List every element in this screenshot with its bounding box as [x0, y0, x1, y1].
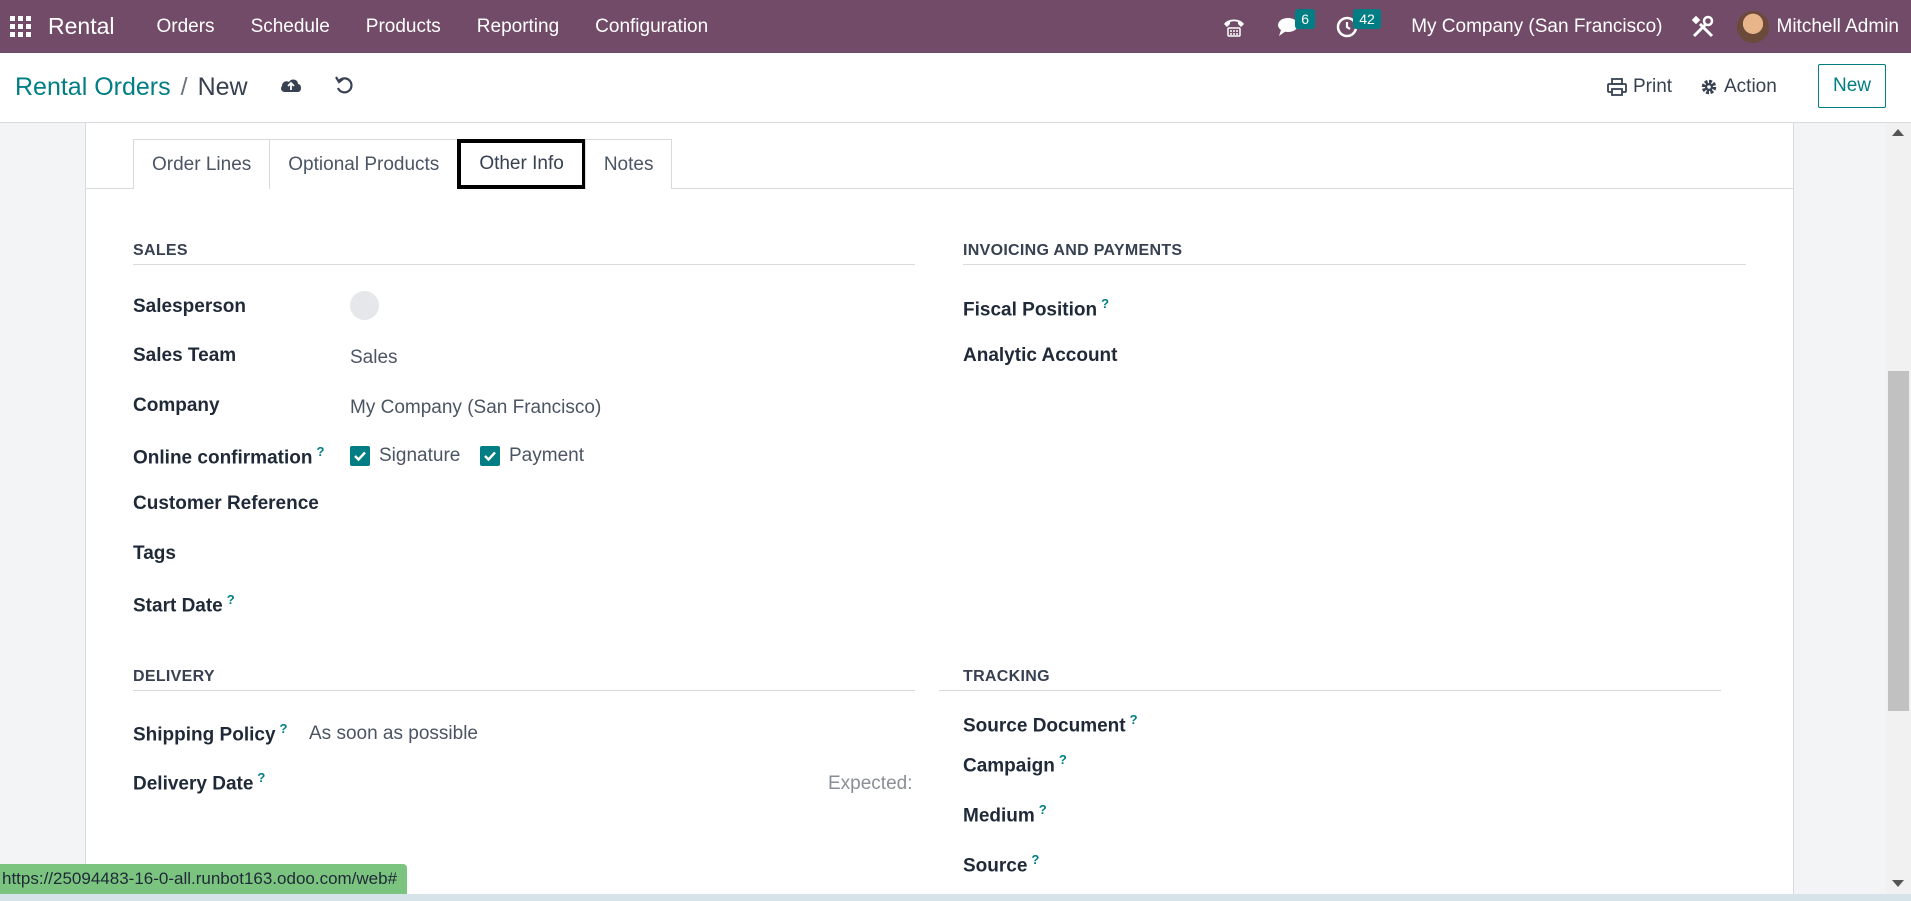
tracking-section-divider [939, 690, 1721, 691]
start-date-label: Start Date? [133, 592, 235, 617]
delivery-date-label: Delivery Date? [133, 770, 265, 795]
company-field[interactable]: My Company (San Francisco) [350, 397, 601, 419]
breadcrumb: Rental Orders / New [15, 73, 248, 102]
notebook-tabs: Order Lines Optional Products Other Info… [133, 139, 673, 189]
company-label: Company [133, 395, 220, 416]
delivery-section-title: DELIVERY [133, 668, 215, 685]
messages-icon[interactable]: 6 [1267, 0, 1315, 53]
sales-section-title: SALES [133, 242, 188, 259]
print-label: Print [1633, 76, 1673, 97]
delivery-date-help-icon[interactable]: ? [257, 770, 265, 785]
action-label: Action [1724, 76, 1777, 97]
sales-team-field[interactable]: Sales [350, 347, 398, 369]
menu-schedule[interactable]: Schedule [233, 0, 348, 53]
apps-menu-icon[interactable] [0, 0, 40, 53]
signature-label: Signature [379, 445, 461, 466]
analytic-account-label: Analytic Account [963, 345, 1118, 366]
new-button[interactable]: New [1818, 64, 1886, 108]
top-navbar: Rental Orders Schedule Products Reportin… [0, 0, 1911, 53]
shipping-policy-field[interactable]: As soon as possible [309, 723, 478, 745]
delivery-section-divider [133, 690, 915, 691]
medium-help-icon[interactable]: ? [1039, 802, 1047, 817]
expected-date-text: Expected: [828, 773, 913, 794]
form-sheet: Order Lines Optional Products Other Info… [85, 123, 1794, 901]
activities-count-badge: 42 [1353, 9, 1381, 29]
start-date-help-icon[interactable]: ? [227, 592, 235, 607]
sales-team-label: Sales Team [133, 345, 237, 366]
salesperson-avatar[interactable] [350, 291, 379, 320]
source-text: Source [963, 855, 1028, 877]
source-document-text: Source Document [963, 715, 1126, 737]
campaign-text: Campaign [963, 755, 1055, 777]
scrollbar-thumb[interactable] [1888, 371, 1909, 711]
sales-section-divider [133, 264, 915, 265]
tracking-section-title: TRACKING [963, 668, 1050, 685]
start-date-text: Start Date [133, 595, 223, 617]
invoicing-section-title: INVOICING AND PAYMENTS [963, 242, 1183, 259]
activities-icon[interactable]: 42 [1325, 0, 1381, 53]
medium-label: Medium? [963, 802, 1047, 827]
shipping-policy-text: Shipping Policy [133, 724, 276, 746]
breadcrumb-separator: / [180, 73, 188, 101]
page-scrollbar[interactable] [1886, 123, 1911, 901]
fiscal-position-text: Fiscal Position [963, 299, 1098, 321]
payment-checkbox[interactable] [480, 446, 500, 466]
action-button[interactable]: Action [1700, 76, 1777, 98]
breadcrumb-current: New [197, 73, 248, 101]
control-panel: Rental Orders / New Print Action New [0, 53, 1911, 123]
fiscal-position-label: Fiscal Position? [963, 296, 1109, 321]
user-avatar[interactable] [1736, 10, 1769, 43]
tab-other-info[interactable]: Other Info [457, 139, 586, 189]
menu-configuration[interactable]: Configuration [577, 0, 726, 53]
shipping-policy-label: Shipping Policy? [133, 721, 287, 746]
menu-orders[interactable]: Orders [138, 0, 232, 53]
invoicing-section-divider [963, 264, 1746, 265]
user-name[interactable]: Mitchell Admin [1777, 16, 1900, 38]
campaign-help-icon[interactable]: ? [1059, 752, 1067, 767]
save-cloud-icon[interactable] [279, 75, 303, 100]
menu-products[interactable]: Products [348, 0, 459, 53]
online-confirmation-help-icon[interactable]: ? [316, 444, 324, 459]
source-document-help-icon[interactable]: ? [1130, 712, 1138, 727]
gear-icon [1701, 79, 1717, 95]
source-help-icon[interactable]: ? [1031, 852, 1039, 867]
signature-checkbox[interactable] [350, 446, 370, 466]
medium-text: Medium [963, 805, 1035, 827]
print-icon [1607, 78, 1627, 96]
campaign-label: Campaign? [963, 752, 1067, 777]
source-document-label: Source Document? [963, 712, 1138, 737]
tab-optional-products[interactable]: Optional Products [269, 139, 459, 189]
source-label: Source? [963, 852, 1039, 877]
salesperson-label: Salesperson [133, 296, 246, 317]
breadcrumb-rental-orders[interactable]: Rental Orders [15, 73, 171, 102]
tab-order-lines[interactable]: Order Lines [133, 139, 271, 189]
fiscal-position-help-icon[interactable]: ? [1101, 296, 1109, 311]
online-confirmation-label: Online confirmation? [133, 444, 324, 469]
browser-status-url: https://25094483-16-0-all.runbot163.odoo… [0, 864, 408, 894]
messages-count-badge: 6 [1295, 9, 1315, 29]
app-brand[interactable]: Rental [48, 13, 114, 40]
payment-label: Payment [509, 445, 584, 466]
scroll-down-arrow-icon[interactable] [1892, 880, 1904, 887]
company-switcher[interactable]: My Company (San Francisco) [1411, 16, 1662, 38]
customer-reference-label: Customer Reference [133, 493, 319, 514]
online-confirmation-text: Online confirmation [133, 447, 313, 469]
menu-reporting[interactable]: Reporting [459, 0, 577, 53]
bottom-edge [0, 894, 1911, 901]
phone-icon[interactable] [1211, 0, 1257, 53]
tab-notes[interactable]: Notes [584, 139, 673, 189]
tags-label: Tags [133, 543, 176, 564]
discard-undo-icon[interactable] [334, 75, 356, 102]
scroll-up-arrow-icon[interactable] [1892, 129, 1904, 136]
shipping-policy-help-icon[interactable]: ? [280, 721, 288, 736]
print-button[interactable]: Print [1607, 76, 1672, 98]
delivery-date-text: Delivery Date [133, 773, 254, 795]
debug-tools-icon[interactable] [1683, 0, 1723, 53]
